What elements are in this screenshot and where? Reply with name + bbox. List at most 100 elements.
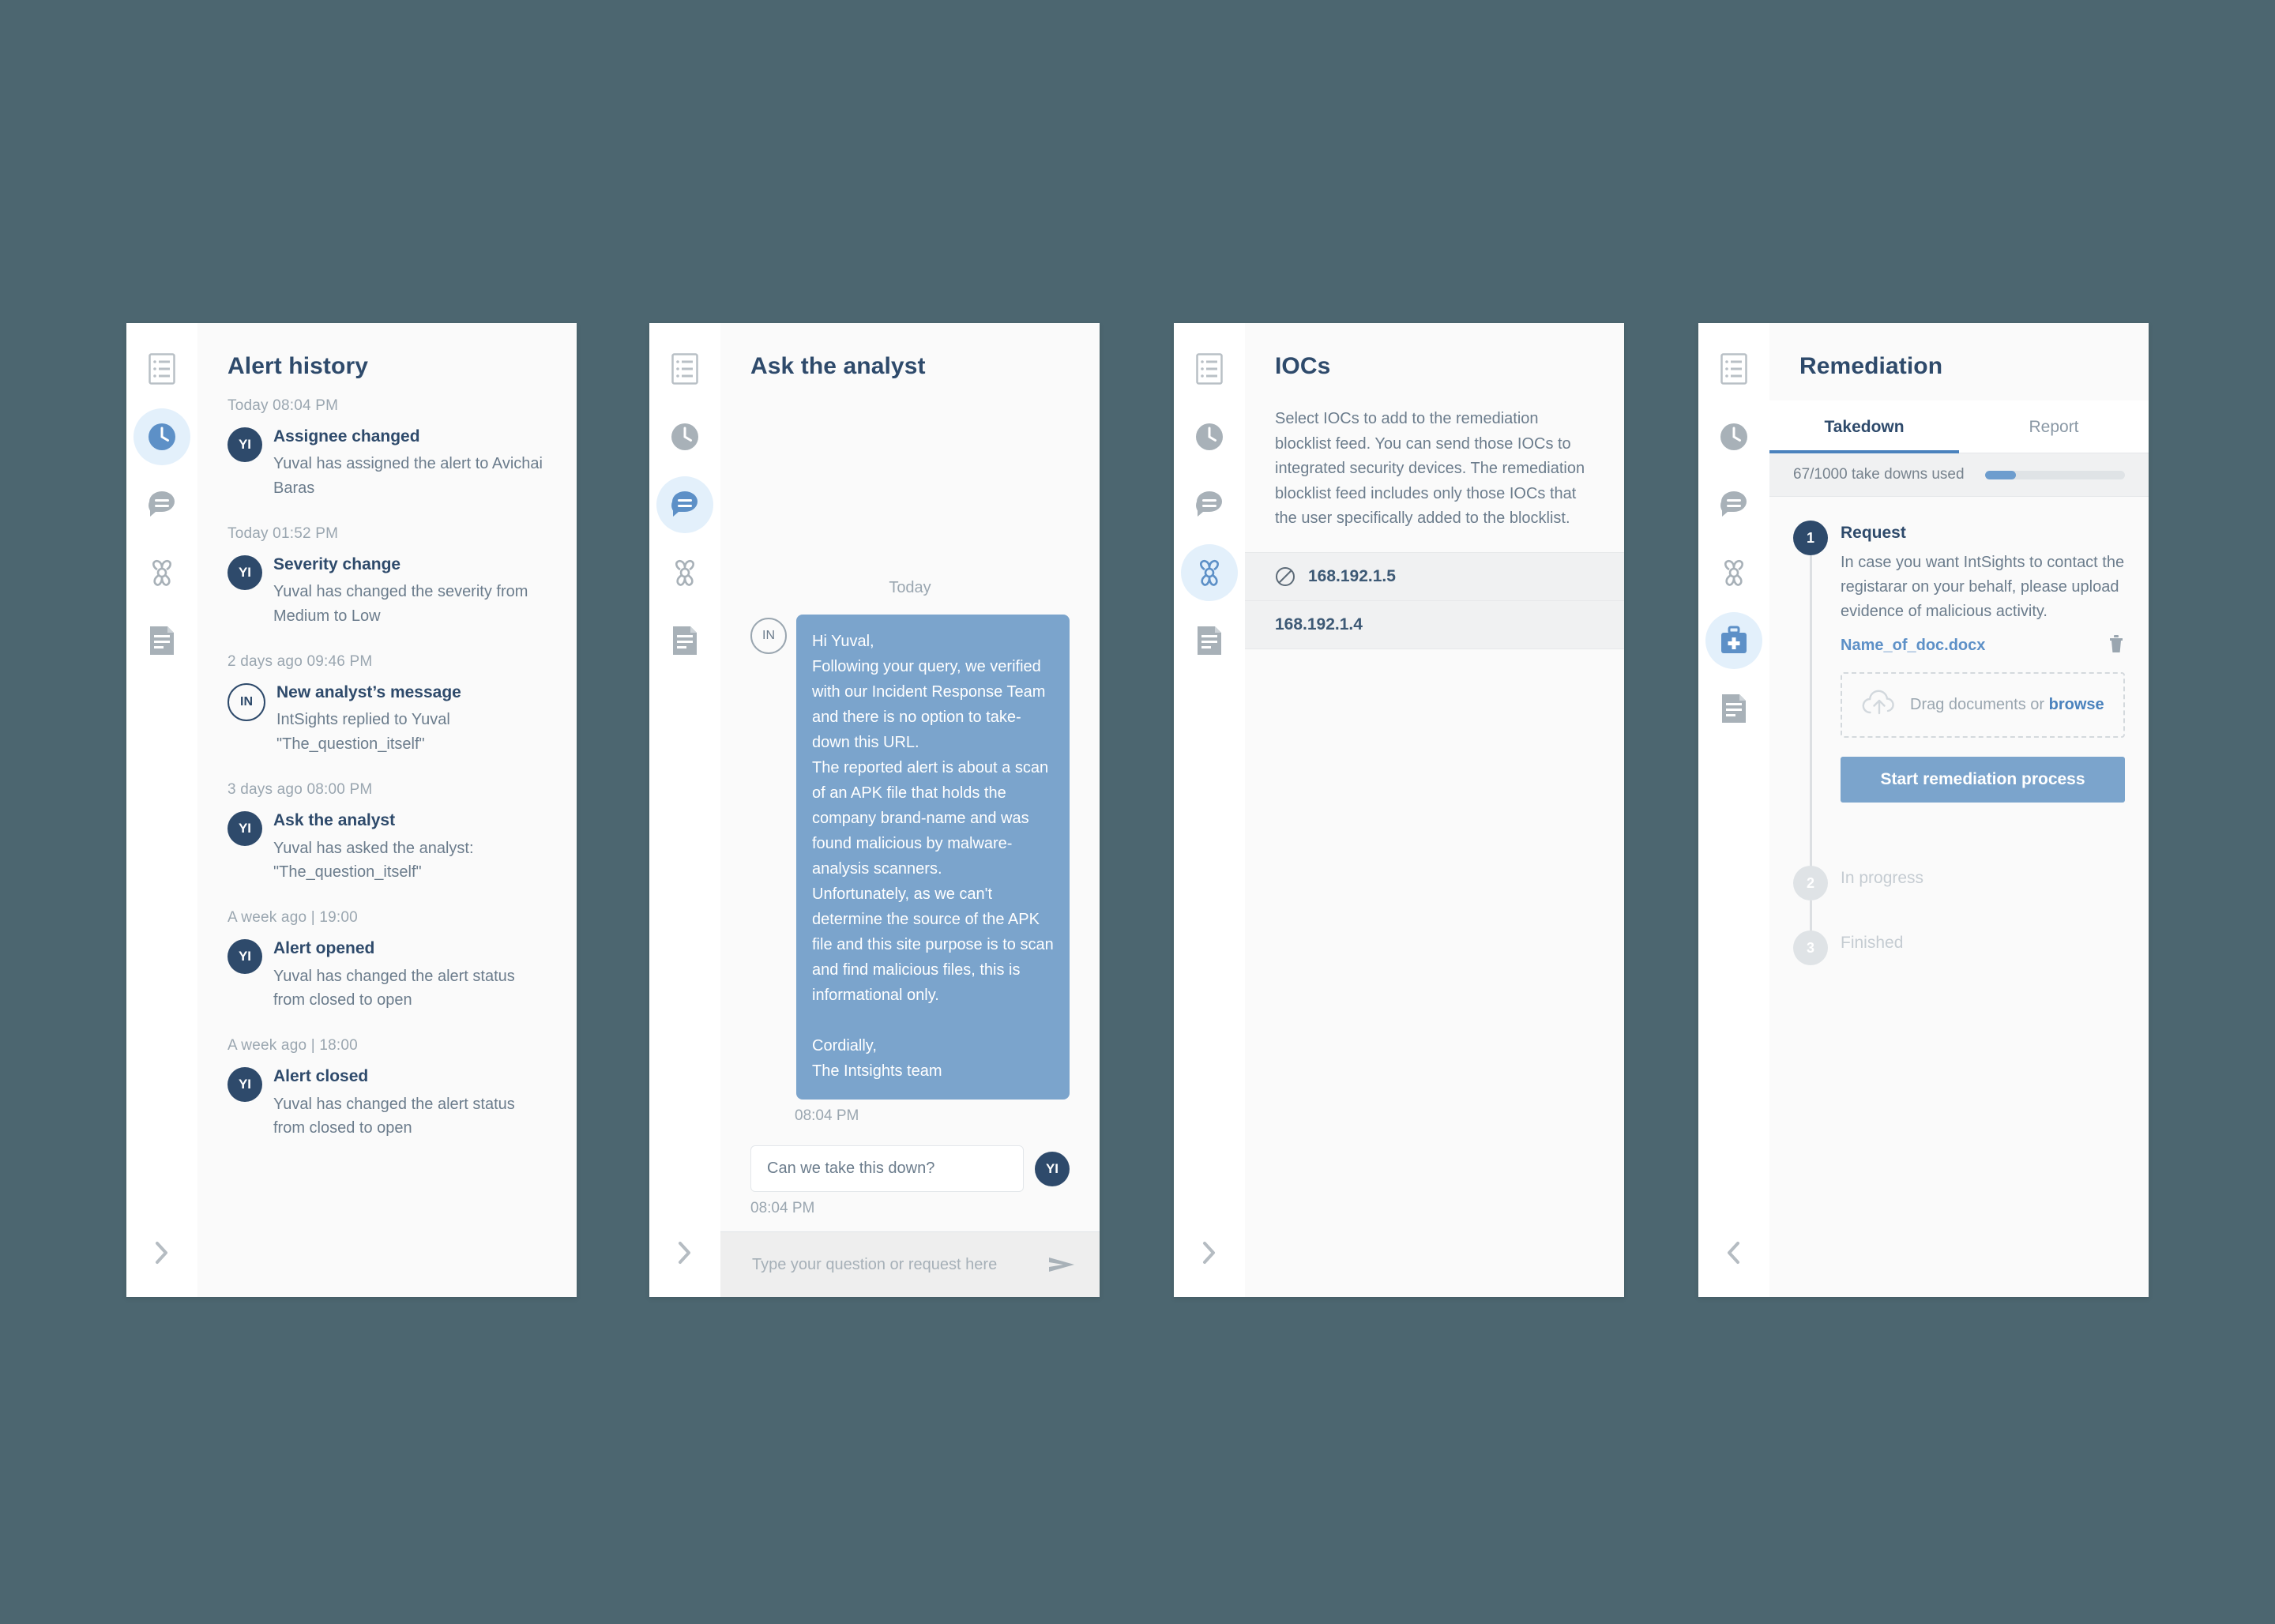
uploaded-file-name[interactable]: Name_of_doc.docx bbox=[1841, 637, 1985, 655]
rail-item-report[interactable] bbox=[656, 612, 713, 669]
step-number: 3 bbox=[1793, 930, 1828, 965]
event-headline: New analyst’s message bbox=[276, 683, 461, 702]
rail-item-ask-analyst[interactable] bbox=[1705, 476, 1762, 533]
clock-history-icon bbox=[1194, 421, 1225, 453]
rail-item-report[interactable] bbox=[1181, 612, 1238, 669]
rail-item-ask-analyst[interactable] bbox=[133, 476, 190, 533]
avatar: YI bbox=[228, 939, 262, 975]
avatar: YI bbox=[228, 811, 262, 847]
report-document-icon bbox=[149, 625, 175, 656]
rail-item-report[interactable] bbox=[1705, 680, 1762, 737]
send-paper-plane-icon[interactable] bbox=[1047, 1253, 1076, 1276]
message-input[interactable] bbox=[750, 1254, 1036, 1275]
chat-thread: Today IN Hi Yuval, Following your query,… bbox=[720, 380, 1100, 1231]
table-row[interactable]: 168.192.1.5 bbox=[1245, 551, 1624, 600]
panel-content: Remediation Takedown Report 67/1000 take… bbox=[1769, 323, 2149, 1297]
rail-item-report[interactable] bbox=[133, 612, 190, 669]
event-description: IntSights replied to Yuval "The_question… bbox=[276, 711, 450, 753]
event-timestamp: 3 days ago 08:00 PM bbox=[228, 781, 373, 799]
report-document-icon bbox=[1196, 625, 1223, 656]
chat-message-incoming: IN Hi Yuval, Following your query, we ve… bbox=[750, 615, 1070, 1100]
panel-content: Ask the analyst Today IN Hi Yuval, Follo… bbox=[720, 323, 1100, 1297]
collapse-panel-button[interactable] bbox=[1194, 1237, 1225, 1269]
rail-item-iocs[interactable] bbox=[133, 544, 190, 601]
step-finished: 3 Finished bbox=[1793, 930, 2125, 973]
rail-item-ask-analyst[interactable] bbox=[656, 476, 713, 533]
start-remediation-button[interactable]: Start remediation process bbox=[1841, 757, 2125, 803]
ioc-value: 168.192.1.5 bbox=[1308, 566, 1396, 585]
avatar: YI bbox=[228, 427, 262, 462]
icon-rail bbox=[1698, 323, 1769, 1297]
collapse-panel-button[interactable] bbox=[146, 1237, 178, 1269]
list-item[interactable]: 2 days ago 09:46 PM IN New analyst’s mes… bbox=[228, 653, 547, 756]
panel-alert-history: Alert history Today 08:04 PM YI Assignee… bbox=[126, 323, 577, 1297]
list-item[interactable]: Today 01:52 PM YI Severity change Yuval … bbox=[228, 525, 547, 628]
event-timestamp: Today 08:04 PM bbox=[228, 397, 339, 414]
expand-panel-button[interactable] bbox=[1718, 1237, 1750, 1269]
takedown-quota: 67/1000 take downs used bbox=[1769, 453, 2149, 497]
step-number: 1 bbox=[1793, 521, 1828, 555]
event-timestamp: A week ago | 18:00 bbox=[228, 1037, 358, 1054]
collapse-panel-button[interactable] bbox=[669, 1237, 701, 1269]
event-description: Yuval has changed the alert status from … bbox=[273, 1095, 515, 1137]
uploaded-file-row: Name_of_doc.docx bbox=[1841, 633, 2125, 658]
rail-item-alert-history[interactable] bbox=[656, 408, 713, 465]
avatar: YI bbox=[228, 555, 262, 591]
icon-rail bbox=[126, 323, 197, 1297]
chat-message-outgoing: Can we take this down? YI bbox=[750, 1145, 1070, 1192]
event-timestamp: A week ago | 19:00 bbox=[228, 909, 358, 927]
remediation-tabs: Takedown Report bbox=[1769, 400, 2149, 453]
panel-iocs: IOCs Select IOCs to add to the remediati… bbox=[1174, 323, 1624, 1297]
rail-item-alert-history[interactable] bbox=[1705, 408, 1762, 465]
chat-bubble-icon bbox=[1718, 489, 1750, 521]
file-dropzone[interactable]: Drag documents or browse bbox=[1841, 672, 2125, 738]
list-item[interactable]: Today 08:04 PM YI Assignee changed Yuval… bbox=[228, 397, 547, 500]
message-bubble: Can we take this down? bbox=[750, 1145, 1024, 1192]
cloud-upload-icon bbox=[1861, 690, 1897, 720]
alert-details-icon bbox=[671, 353, 698, 385]
list-item[interactable]: 3 days ago 08:00 PM YI Ask the analyst Y… bbox=[228, 781, 547, 884]
event-headline: Alert closed bbox=[273, 1067, 369, 1086]
rail-item-iocs[interactable] bbox=[656, 544, 713, 601]
trash-icon[interactable] bbox=[2108, 633, 2125, 658]
alert-details-icon bbox=[149, 353, 175, 385]
rail-item-iocs[interactable] bbox=[1181, 544, 1238, 601]
rail-item-alert-details[interactable] bbox=[1705, 340, 1762, 397]
event-headline: Ask the analyst bbox=[273, 811, 396, 830]
rail-item-remediation[interactable] bbox=[1705, 612, 1762, 669]
icon-rail bbox=[1174, 323, 1245, 1297]
tab-takedown[interactable]: Takedown bbox=[1769, 400, 1959, 453]
step-title: Request bbox=[1841, 524, 1906, 542]
icon-rail bbox=[649, 323, 720, 1297]
message-timestamp: 08:04 PM bbox=[795, 1107, 859, 1124]
list-item[interactable]: A week ago | 19:00 YI Alert opened Yuval… bbox=[228, 909, 547, 1012]
avatar: YI bbox=[228, 1067, 262, 1103]
list-item[interactable]: A week ago | 18:00 YI Alert closed Yuval… bbox=[228, 1037, 547, 1140]
chat-bubble-icon bbox=[1194, 489, 1225, 521]
message-composer bbox=[720, 1231, 1100, 1297]
rail-item-alert-details[interactable] bbox=[656, 340, 713, 397]
quota-progress-fill bbox=[1984, 470, 2016, 479]
step-in-progress: 2 In progress bbox=[1793, 866, 2125, 934]
tab-report[interactable]: Report bbox=[1959, 400, 2149, 453]
step-title: Finished bbox=[1841, 934, 1904, 952]
table-row[interactable]: 168.192.1.4 bbox=[1245, 600, 1624, 649]
step-connector bbox=[1810, 555, 1812, 869]
browse-link[interactable]: browse bbox=[2049, 696, 2104, 713]
clock-history-icon bbox=[146, 421, 178, 453]
rail-item-alert-details[interactable] bbox=[133, 340, 190, 397]
rail-item-iocs[interactable] bbox=[1705, 544, 1762, 601]
avatar: IN bbox=[750, 618, 787, 654]
event-description: Yuval has asked the analyst: "The_questi… bbox=[273, 839, 474, 881]
step-title: In progress bbox=[1841, 869, 1924, 887]
rail-item-ask-analyst[interactable] bbox=[1181, 476, 1238, 533]
report-document-icon bbox=[1720, 693, 1747, 724]
rail-item-alert-details[interactable] bbox=[1181, 340, 1238, 397]
message-bubble: Hi Yuval, Following your query, we verif… bbox=[796, 615, 1070, 1100]
report-document-icon bbox=[671, 625, 698, 656]
biohazard-iocs-icon bbox=[146, 557, 178, 588]
rail-item-alert-history[interactable] bbox=[1181, 408, 1238, 465]
chat-bubble-icon bbox=[669, 489, 701, 521]
screen: Alert history Today 08:04 PM YI Assignee… bbox=[0, 0, 2275, 1624]
rail-item-alert-history[interactable] bbox=[133, 408, 190, 465]
